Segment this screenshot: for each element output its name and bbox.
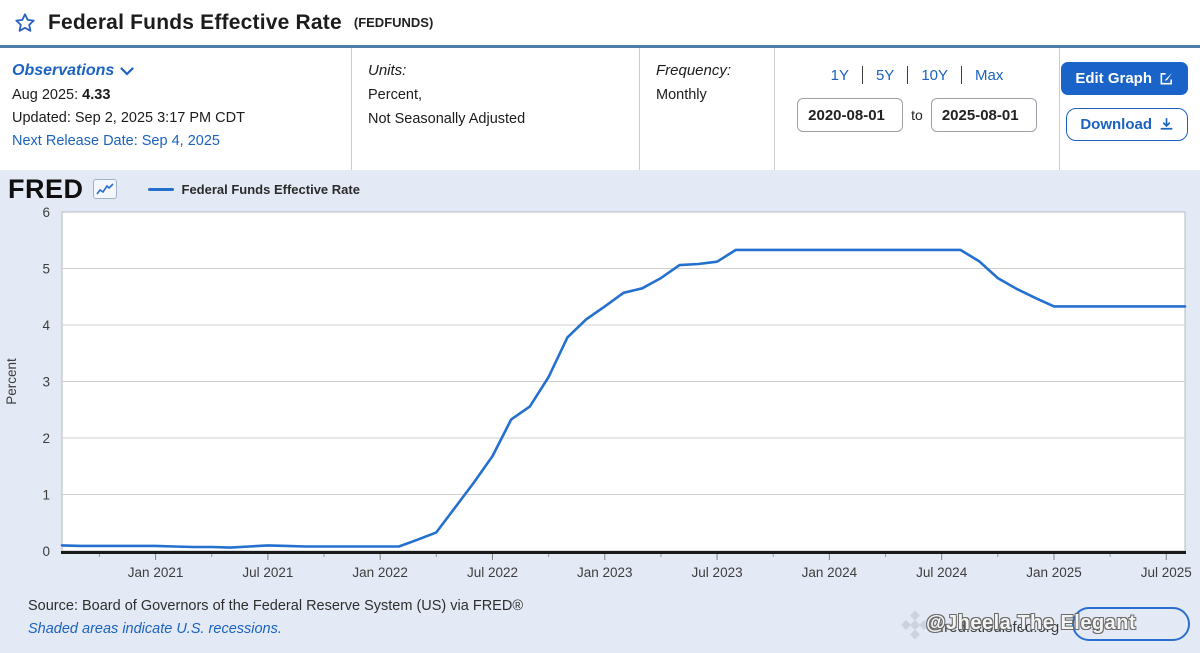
observations-dropdown[interactable]: Observations	[12, 62, 351, 80]
y-tick-label: 6	[42, 205, 50, 220]
download-icon	[1159, 117, 1174, 132]
legend-series-label: Federal Funds Effective Rate	[182, 182, 360, 197]
fred-series-page: Federal Funds Effective Rate (FEDFUNDS) …	[0, 0, 1200, 653]
series-id: (FEDFUNDS)	[354, 15, 433, 30]
units-value-line1: Percent,	[368, 87, 639, 103]
x-tick-label: Jul 2022	[467, 565, 518, 580]
y-tick-label: 0	[42, 544, 50, 559]
page-title: Federal Funds Effective Rate	[48, 11, 342, 35]
start-date-input[interactable]	[797, 98, 903, 132]
legend-line-swatch	[148, 188, 174, 191]
actions-section: Edit Graph Download	[1060, 48, 1200, 170]
x-tick-label: Jul 2023	[692, 565, 743, 580]
preset-divider	[862, 66, 863, 84]
chart-area: FRED Federal Funds Effective Rate 0 1 2 3 4 5…	[0, 170, 1200, 590]
download-label: Download	[1080, 116, 1152, 133]
y-axis-title: Percent	[4, 358, 19, 405]
x-tick-label: Jul 2025	[1141, 565, 1192, 580]
line-chart[interactable]: 0 1 2 3 4 5 6 Jan 2021 Jul 2021 Jan 2022 Jul 2022 J…	[0, 202, 1200, 590]
edit-pencil-icon	[1159, 71, 1174, 86]
favorite-star-icon[interactable]	[12, 10, 38, 36]
fred-logo: FRED	[8, 176, 84, 203]
observations-label: Observations	[12, 62, 114, 80]
frequency-section: Frequency: Monthly	[640, 48, 775, 170]
chart-header-row: FRED Federal Funds Effective Rate	[0, 170, 1200, 202]
x-tick-label: Jan 2025	[1026, 565, 1082, 580]
x-tick-label: Jan 2024	[802, 565, 858, 580]
end-date-input[interactable]	[931, 98, 1037, 132]
observations-section: Observations Aug 2025: 4.33 Updated: Sep…	[0, 48, 352, 170]
chevron-down-icon	[120, 67, 134, 76]
date-range-to-label: to	[911, 107, 923, 123]
updated-timestamp: Updated: Sep 2, 2025 3:17 PM CDT	[12, 110, 351, 126]
edit-graph-button[interactable]: Edit Graph	[1061, 62, 1188, 95]
y-tick-label: 3	[42, 375, 50, 390]
range-preset-10y[interactable]: 10Y	[921, 67, 948, 84]
x-tick-label: Jul 2021	[242, 565, 293, 580]
fred-chart-icon	[93, 179, 117, 199]
edit-graph-label: Edit Graph	[1075, 70, 1152, 87]
units-value-line2: Not Seasonally Adjusted	[368, 111, 639, 127]
latest-observation-value: 4.33	[82, 87, 110, 103]
x-tick-label: Jan 2021	[128, 565, 184, 580]
range-preset-1y[interactable]: 1Y	[831, 67, 849, 84]
date-inputs-row: to	[797, 98, 1037, 132]
latest-observation-date: Aug 2025:	[12, 87, 82, 103]
x-tick-label: Jan 2022	[352, 565, 408, 580]
range-preset-5y[interactable]: 5Y	[876, 67, 894, 84]
watermark-handle: @Jheela The Elegant	[926, 612, 1186, 635]
latest-observation: Aug 2025: 4.33	[12, 87, 351, 103]
chart-footer: Source: Board of Governors of the Federa…	[0, 590, 1200, 653]
download-button[interactable]: Download	[1066, 108, 1188, 141]
y-tick-label: 4	[42, 318, 50, 333]
page-header: Federal Funds Effective Rate (FEDFUNDS)	[0, 0, 1200, 48]
preset-divider	[961, 66, 962, 84]
frequency-label: Frequency:	[656, 62, 774, 79]
y-tick-label: 2	[42, 431, 50, 446]
range-preset-max[interactable]: Max	[975, 67, 1003, 84]
info-bar: Observations Aug 2025: 4.33 Updated: Sep…	[0, 48, 1200, 170]
x-tick-label: Jan 2023	[577, 565, 633, 580]
y-tick-label: 5	[42, 262, 50, 277]
range-presets: 1Y 5Y 10Y Max	[831, 66, 1004, 84]
x-tick-label: Jul 2024	[916, 565, 968, 580]
watermark-area: fred.stlouisfed.org @Jheela The Elegant	[880, 607, 1190, 645]
frequency-value: Monthly	[656, 87, 774, 103]
chart-legend: Federal Funds Effective Rate	[148, 182, 360, 197]
next-release-link[interactable]: Next Release Date: Sep 4, 2025	[12, 133, 351, 149]
preset-divider	[907, 66, 908, 84]
date-range-section: 1Y 5Y 10Y Max to	[775, 48, 1060, 170]
units-label: Units:	[368, 62, 639, 79]
units-section: Units: Percent, Not Seasonally Adjusted	[352, 48, 640, 170]
y-tick-label: 1	[42, 488, 50, 503]
